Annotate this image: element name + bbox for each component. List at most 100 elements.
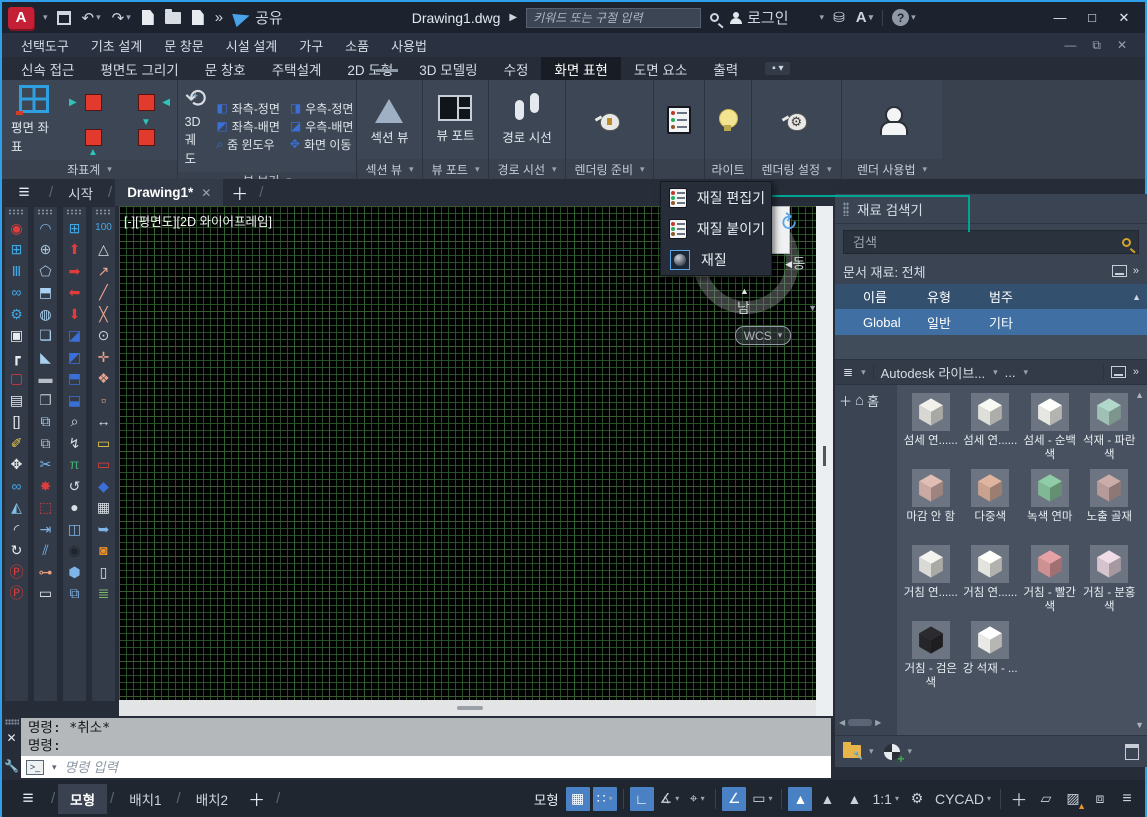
eraser-icon[interactable]: ✐ [5,432,28,454]
zoom-window-icon[interactable]: ⌕ [63,411,86,433]
trim-scissors-icon[interactable]: ✂ [34,454,57,476]
open-button[interactable] [163,12,183,24]
render-settings-button[interactable]: ⚙ [778,107,816,133]
annotation-autoscale-button[interactable]: ▲ [815,787,839,811]
viewport-panel-label[interactable]: 뷰 포트▾ [423,159,488,179]
command-input[interactable] [63,759,826,776]
view-button[interactable]: ◩좌측-배면 [216,118,280,135]
ortho-mode-button[interactable]: ∟ [630,787,654,811]
tree-scroll-thumb[interactable] [848,719,872,726]
polyline-edit-1-icon[interactable]: Ⓟ [5,561,28,583]
cube-icon[interactable]: ❐ [34,389,57,411]
render-usage-button[interactable] [874,104,910,136]
material-thumbnail[interactable]: 강 석재 - ... [963,621,1019,691]
materials-browser-titlebar[interactable]: 재료 검색기 [835,194,1147,224]
frame-icon[interactable]: ▣ [5,325,28,347]
close-button[interactable]: ✕ [1109,10,1139,26]
scroll-right-icon[interactable]: ▶ [875,718,881,727]
help-button[interactable]: ?▾ [890,9,918,26]
horizontal-scrollbar[interactable] [119,700,816,716]
break-icon[interactable]: ⫽ [34,540,57,562]
ribbon-tab[interactable]: 신속 접근 [8,57,87,80]
library-expand-icon[interactable]: » [1133,366,1139,378]
clean-screen-button[interactable]: ⧈ [1088,787,1112,811]
diagonal-line-icon[interactable]: ╱ [92,282,115,304]
material-thumbnail[interactable]: 거침 연...... [963,545,1019,615]
material-thumbnail[interactable]: 섬세 연...... [903,393,959,463]
iso-view-nw-icon[interactable]: ◩ [63,346,86,368]
annotation-scale-button[interactable]: ▲ [842,787,866,811]
circle-dot-icon[interactable]: ⊙ [92,325,115,347]
wcs-selector[interactable]: WCS▾ [735,326,791,345]
view-from-left-button[interactable]: ▶ [67,86,119,120]
sphere-icon[interactable]: ● [63,497,86,519]
store-button[interactable]: ⛁ [831,9,847,26]
document-materials-row[interactable]: 문서 재료: 전체 » [835,258,1147,284]
spline-icon[interactable]: ◠ [34,217,57,239]
section-view-button[interactable]: 섹션 뷰 [367,91,413,148]
view-left-icon[interactable]: ⬅ [63,282,86,304]
workspace-switcher[interactable]: CYCAD▾ [932,787,994,811]
view-right-icon[interactable]: ➡ [63,260,86,282]
light-panel-label[interactable]: 라이트 [705,159,751,179]
layout-tab-배치2[interactable]: 배치2 [184,784,240,814]
view-down-icon[interactable]: ⬇ [63,303,86,325]
grid-display-button[interactable]: ▦ [566,787,590,811]
chevron-down-icon[interactable]: ▾ [675,794,679,803]
login-button[interactable]: 로그인 [728,7,790,28]
toolbar-grip-icon[interactable] [37,209,54,215]
search-expand-icon[interactable]: ▶ [507,12,519,23]
ribbon-tab[interactable]: 주택설계 [259,57,335,80]
section-view-panel-label[interactable]: 섹션 뷰▾ [357,159,422,179]
menu-item[interactable]: 선택도구 [12,34,78,57]
grip-dots-icon[interactable] [5,719,19,725]
material-thumbnail[interactable]: 섬세 연...... [963,393,1019,463]
material-thumbnail[interactable]: 거침 연...... [903,545,959,615]
materials-button[interactable] [663,104,695,136]
camera-icon[interactable]: ◉ [63,540,86,562]
coordinates-panel-label[interactable]: 좌표계▾ [2,160,177,179]
ribbon-tab[interactable]: 3D 모델링 [406,57,490,80]
save-button[interactable] [55,11,73,25]
compass-south-label[interactable]: 남 [737,298,750,318]
maximize-button[interactable]: □ [1077,10,1107,26]
ribbon-tab[interactable]: 평면도 그리기 [87,57,191,80]
command-options-chevron-icon[interactable]: ▾ [52,762,57,773]
isolate-objects-button[interactable]: ▱ [1034,787,1058,811]
window-small-icon[interactable]: ▭ [34,583,57,605]
doc-materials-expand-icon[interactable]: » [1133,265,1139,277]
view-button[interactable]: ◪우측-배면 [290,118,354,135]
new-drawing-button[interactable] [140,10,156,25]
redo-button[interactable]: ↷▾ [110,9,133,27]
render-settings-panel-label[interactable]: 렌더링 설정▾ [752,159,841,179]
app-logo[interactable]: A [8,7,34,29]
menu-item-재질-편집기[interactable]: 재질 편집기 [661,182,771,213]
material-thumbnail[interactable]: 녹색 연마 [1022,469,1078,539]
graphics-performance-button[interactable]: ▨▲ [1061,787,1085,811]
ribbon-tab[interactable]: 화면 표현 [541,57,620,80]
tree-item-home[interactable]: ＋ ⌂ 홈 [839,391,893,410]
view-from-bottom-button[interactable]: ▲ [67,121,119,155]
layout-menu-button[interactable]: ≡ [8,788,48,810]
doc-restore-button[interactable]: ⧉ [1092,38,1101,53]
iso-view-sw-icon[interactable]: ⬓ [63,389,86,411]
polar-tracking-button[interactable]: ∡▾ [657,787,683,811]
red-frame-icon[interactable]: ▢ [5,368,28,390]
menu-item[interactable]: 가구 [290,34,332,57]
move-icon[interactable]: ✥ [5,454,28,476]
dynamic-input-button[interactable]: ▭▾ [749,787,775,811]
cone-sphere-icon[interactable]: ◣ [34,346,57,368]
material-thumbnail[interactable]: 거침 - 빨간색 [1022,545,1078,615]
viewport-button[interactable]: 뷰 포트 [433,93,479,146]
ribbon-collapse-button[interactable]: ▪ ▾ [765,62,790,75]
crosshair-icon[interactable]: ✛ [92,346,115,368]
window-grid-icon[interactable]: ⊞ [5,239,28,261]
add-status-item-button[interactable]: ＋ [1007,787,1031,811]
loft-icon[interactable]: ◍ [34,303,57,325]
document-icon[interactable]: ▯ [92,561,115,583]
chevron-down-icon[interactable]: ▾ [768,794,772,803]
polygon-icon[interactable]: ⬠ [34,260,57,282]
view-button[interactable]: ✥화면 이동 [290,136,354,153]
create-material-button[interactable]: ▾ [884,744,913,760]
rotate-icon[interactable]: ↻ [5,540,28,562]
